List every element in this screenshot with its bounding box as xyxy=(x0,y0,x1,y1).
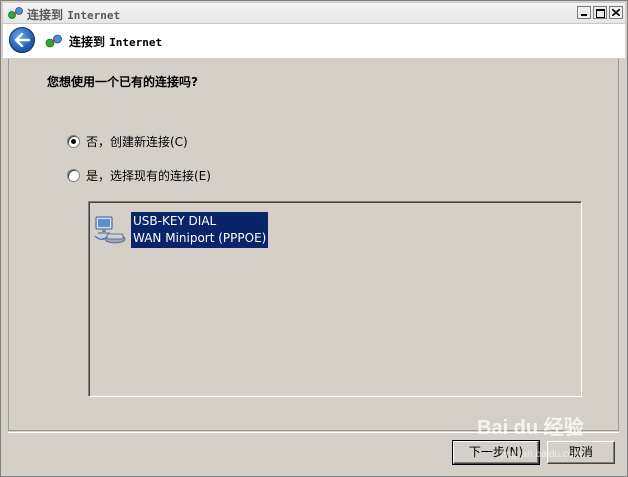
option-label: 是，选择现有的连接(E) xyxy=(86,169,211,183)
wizard-content: 您想使用一个已有的连接吗? 否，创建新连接(C) 是，选择现有的连接(E) US… xyxy=(8,59,619,431)
maximize-button[interactable] xyxy=(593,6,607,19)
radio-button[interactable] xyxy=(67,169,80,182)
radio-button-selected[interactable] xyxy=(67,135,80,148)
network-connection-icon xyxy=(8,6,24,20)
option-label: 否，创建新连接(C) xyxy=(86,135,188,149)
existing-connections-list[interactable]: USB-KEY DIAL WAN Miniport (PPPOE) xyxy=(88,201,582,397)
next-button[interactable]: 下一步(N) xyxy=(452,440,540,465)
option-new-connection[interactable]: 否，创建新连接(C) xyxy=(67,133,188,150)
footer-divider xyxy=(8,432,619,433)
title-bar[interactable]: 连接到 Internet xyxy=(3,3,625,24)
network-connection-icon xyxy=(45,33,63,49)
back-button[interactable] xyxy=(9,27,35,53)
question-heading: 您想使用一个已有的连接吗? xyxy=(47,75,198,89)
page-title: 连接到 Internet xyxy=(69,35,163,49)
close-button[interactable] xyxy=(609,6,623,19)
dialup-connection-icon xyxy=(93,214,127,246)
option-existing-connection[interactable]: 是，选择现有的连接(E) xyxy=(67,167,211,184)
connect-to-internet-window: 连接到 Internet 连接到 Internet 您想使用一个已有的连接吗? … xyxy=(0,0,628,477)
list-item[interactable]: USB-KEY DIAL WAN Miniport (PPPOE) xyxy=(93,212,269,248)
connection-name: USB-KEY DIAL WAN Miniport (PPPOE) xyxy=(131,212,269,248)
minimize-button[interactable] xyxy=(577,6,591,19)
cancel-button[interactable]: 取消 xyxy=(547,441,615,464)
wizard-header: 连接到 Internet xyxy=(3,24,625,58)
window-title: 连接到 Internet xyxy=(27,8,121,22)
